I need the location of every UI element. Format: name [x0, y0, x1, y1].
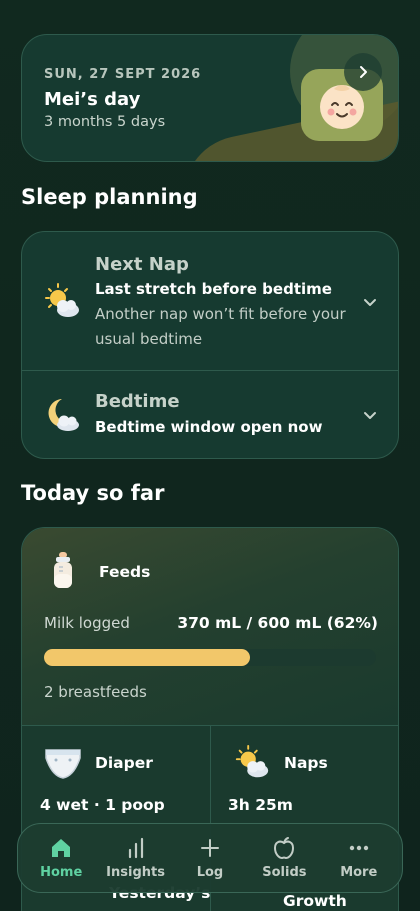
diaper-value: 4 wet · 1 poop [40, 796, 165, 814]
milk-progress-bar [44, 649, 376, 666]
app-screen: SUN, 27 SEPT 2026 Mei’s day 3 months 5 d… [0, 0, 420, 911]
naps-value: 3h 25m [228, 796, 293, 814]
milk-logged-label: Milk logged [44, 614, 130, 632]
next-nap-row[interactable]: Next Nap Last stretch before bedtime Ano… [22, 232, 398, 371]
nav-insights[interactable]: Insights [99, 824, 173, 892]
plus-icon [200, 839, 219, 857]
bar-chart-icon [128, 837, 143, 859]
open-day-button[interactable] [344, 53, 382, 91]
sun-cloud-icon [45, 283, 79, 317]
naps-label: Naps [284, 754, 328, 772]
baby-day-card[interactable]: SUN, 27 SEPT 2026 Mei’s day 3 months 5 d… [21, 34, 399, 162]
nav-home-label: Home [40, 865, 83, 880]
home-icon [52, 839, 71, 857]
diaper-icon [45, 749, 81, 779]
nav-insights-label: Insights [106, 865, 165, 880]
bedtime-title: Bedtime [95, 391, 180, 412]
sleep-planning-heading: Sleep planning [21, 185, 198, 209]
feeds-label: Feeds [99, 563, 151, 581]
bedtime-row[interactable]: Bedtime Bedtime window open now [22, 371, 398, 458]
next-nap-description: Another nap won’t fit before your usual … [95, 305, 346, 348]
bedtime-subtitle: Bedtime window open now [95, 418, 323, 436]
baby-age: 3 months 5 days [44, 114, 166, 130]
breastfeeds-count: 2 breastfeeds [44, 683, 147, 701]
nav-more-label: More [340, 865, 378, 880]
diaper-label: Diaper [95, 754, 153, 772]
sleep-planning-card: Next Nap Last stretch before bedtime Ano… [21, 231, 399, 459]
moon-cloud-icon [48, 399, 79, 431]
growth-tile-label: Growth [283, 892, 347, 910]
chevron-down-icon [364, 299, 376, 306]
next-nap-subtitle: Last stretch before bedtime [95, 280, 332, 298]
nav-more[interactable]: More [322, 824, 396, 892]
nav-log-label: Log [196, 865, 224, 880]
nav-solids[interactable]: Solids [247, 824, 321, 892]
nav-home[interactable]: Home [24, 824, 98, 892]
bottom-navigation: Home Insights Log Solids More [17, 823, 403, 893]
feeds-section[interactable]: Feeds Milk logged 370 mL / 600 mL (62%) … [22, 528, 398, 726]
milk-progress-fill [44, 649, 250, 666]
current-date: SUN, 27 SEPT 2026 [44, 67, 202, 82]
nav-solids-label: Solids [262, 865, 307, 880]
baby-day-title: Mei’s day [44, 89, 141, 110]
bottle-icon [54, 552, 72, 588]
more-dots-icon [349, 845, 368, 851]
milk-logged-value: 370 mL / 600 mL (62%) [177, 614, 378, 632]
sun-cloud-icon [235, 744, 269, 778]
chevron-down-icon [364, 412, 376, 419]
nav-log[interactable]: Log [173, 824, 247, 892]
next-nap-title: Next Nap [95, 254, 189, 275]
today-so-far-heading: Today so far [21, 481, 165, 505]
chevron-right-icon [360, 66, 367, 78]
apple-icon [274, 837, 295, 860]
